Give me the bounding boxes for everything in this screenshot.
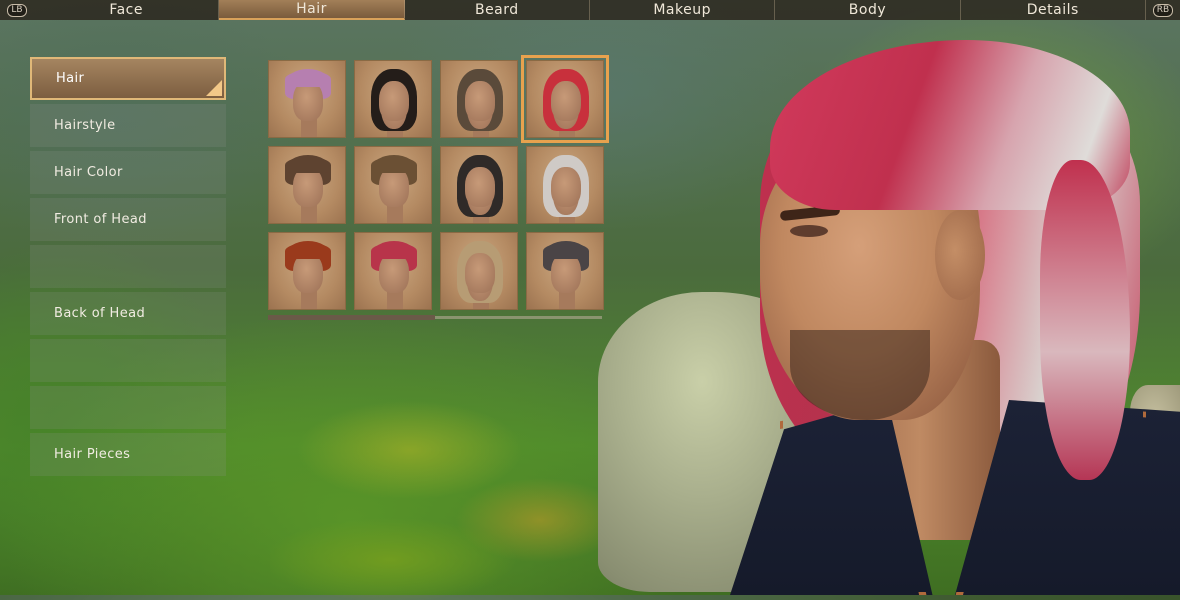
category-tab-bar: LB Face Hair Beard Makeup Body Details R… <box>0 0 1180 20</box>
rb-bumper[interactable]: RB <box>1146 0 1180 20</box>
menu-item-faded-1[interactable] <box>30 245 226 288</box>
hair-category-menu: Hair Hairstyle Hair Color Front of Head … <box>30 57 226 480</box>
fern-foliage <box>270 360 650 600</box>
tile-head <box>465 167 495 207</box>
hairstyle-grid <box>268 55 609 310</box>
tile-head <box>551 253 581 293</box>
hairstyle-tile[interactable] <box>268 146 346 224</box>
lb-bumper-icon: LB <box>7 3 27 17</box>
hairstyle-tile[interactable] <box>354 146 432 224</box>
tile-head <box>379 81 409 121</box>
tile-hair-top <box>285 71 331 87</box>
menu-item-hair-pieces[interactable]: Hair Pieces <box>30 433 226 476</box>
tile-head <box>293 253 323 293</box>
hairstyle-tile[interactable] <box>268 60 346 138</box>
menu-item-faded-2[interactable] <box>30 339 226 382</box>
hairstyle-tile[interactable] <box>354 60 432 138</box>
menu-item-hair[interactable]: Hair <box>30 57 226 100</box>
hairstyle-tile[interactable] <box>440 146 518 224</box>
tile-hair-top <box>371 243 417 259</box>
menu-item-faded-3[interactable] <box>30 386 226 429</box>
menu-item-front-of-head[interactable]: Front of Head <box>30 198 226 241</box>
tab-details[interactable]: Details <box>961 0 1146 20</box>
tab-makeup[interactable]: Makeup <box>590 0 776 20</box>
grid-scrollbar-thumb[interactable] <box>268 315 435 320</box>
grid-scrollbar[interactable] <box>268 315 602 320</box>
tile-head <box>379 167 409 207</box>
character-ear <box>935 210 985 300</box>
tile-head <box>293 81 323 121</box>
hairstyle-tile[interactable] <box>440 60 518 138</box>
hairstyle-tile[interactable] <box>268 232 346 310</box>
rb-bumper-icon: RB <box>1152 3 1174 17</box>
lb-bumper[interactable]: LB <box>0 0 34 20</box>
tile-head <box>551 81 581 121</box>
tile-head <box>465 81 495 121</box>
tab-body[interactable]: Body <box>775 0 961 20</box>
tile-head <box>551 167 581 207</box>
menu-item-hair-color[interactable]: Hair Color <box>30 151 226 194</box>
hairstyle-tile[interactable] <box>354 232 432 310</box>
hairstyle-tile[interactable] <box>440 232 518 310</box>
tile-hair-top <box>543 243 589 259</box>
menu-item-back-of-head[interactable]: Back of Head <box>30 292 226 335</box>
hairstyle-tile[interactable] <box>521 55 609 143</box>
tile-hair-top <box>371 157 417 173</box>
tile-hair-top <box>285 243 331 259</box>
tab-beard[interactable]: Beard <box>405 0 590 20</box>
hairstyle-tile[interactable] <box>526 146 604 224</box>
tab-hair[interactable]: Hair <box>219 0 405 20</box>
hairstyle-tile[interactable] <box>526 232 604 310</box>
character-preview[interactable] <box>720 40 1180 595</box>
tile-head <box>293 167 323 207</box>
character-eye <box>790 225 828 237</box>
tile-hair-top <box>285 157 331 173</box>
tile-head <box>465 253 495 293</box>
menu-item-hairstyle[interactable]: Hairstyle <box>30 104 226 147</box>
tile-head <box>379 253 409 293</box>
tab-face[interactable]: Face <box>34 0 220 20</box>
